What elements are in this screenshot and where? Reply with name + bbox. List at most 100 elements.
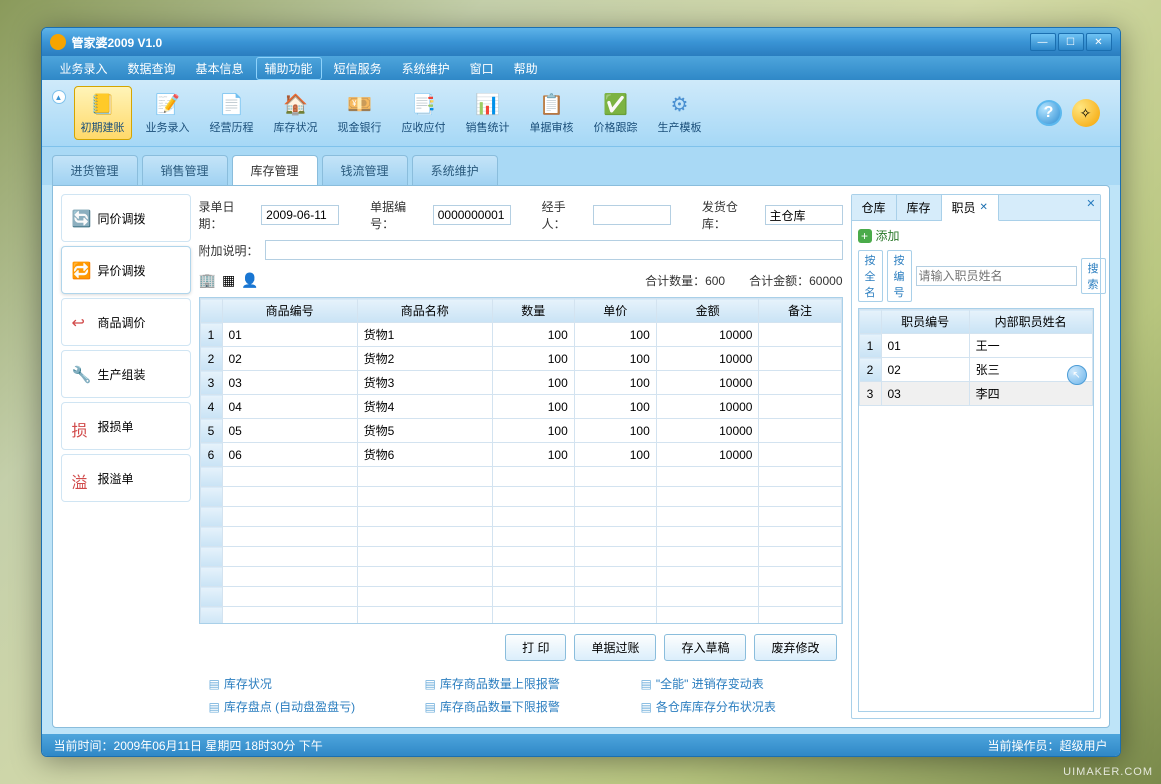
tool-9[interactable]: ⚙生产模板	[652, 87, 708, 139]
right-tab-2[interactable]: 职员 ✕	[942, 195, 999, 221]
action-bar: 打 印单据过账存入草稿废弃修改	[199, 624, 843, 671]
right-tab-0[interactable]: 仓库	[852, 195, 897, 220]
sidebar-item-0[interactable]: 🔄同价调拨	[61, 194, 191, 242]
link-5[interactable]: 各仓库库存分布状况表	[641, 698, 833, 715]
table-row[interactable]	[200, 567, 841, 587]
action-1[interactable]: 单据过账	[574, 634, 656, 661]
employee-grid[interactable]: 职员编号内部职员姓名101王一202张三303李四 ↖	[858, 308, 1094, 712]
menu-0[interactable]: 业务录入	[52, 58, 116, 79]
tool-1[interactable]: 📝业务录入	[140, 87, 196, 139]
watermark: UIMAKER.COM	[1063, 766, 1153, 778]
menu-3[interactable]: 辅助功能	[256, 57, 322, 80]
action-3[interactable]: 废弃修改	[754, 634, 836, 661]
link-3[interactable]: 库存盘点 (自动盘盈盘亏)	[209, 698, 401, 715]
table-row[interactable]: 606货物610010010000	[200, 443, 841, 467]
grid-icon-3[interactable]: 👤	[241, 272, 258, 289]
collapse-toolbar-button[interactable]: ▲	[52, 90, 66, 104]
tool-6[interactable]: 📊销售统计	[460, 87, 516, 139]
number-input[interactable]	[433, 205, 511, 225]
table-row[interactable]	[200, 507, 841, 527]
sidebar-item-3[interactable]: 🔧生产组装	[61, 350, 191, 398]
amt-value: 60000	[809, 274, 842, 288]
handler-input[interactable]	[593, 205, 671, 225]
tool-7[interactable]: 📋单据审核	[524, 87, 580, 139]
tool-2[interactable]: 📄经营历程	[204, 87, 260, 139]
menubar: 业务录入数据查询基本信息辅助功能短信服务系统维护窗口帮助	[42, 56, 1120, 80]
help-icon[interactable]: ?	[1036, 100, 1062, 126]
table-row[interactable]: 505货物510010010000	[200, 419, 841, 443]
quick-links: 库存状况 库存商品数量上限报警 "全能" 进销存变动表库存盘点 (自动盘盈盘亏) 库存…	[199, 671, 843, 719]
action-2[interactable]: 存入草稿	[664, 634, 746, 661]
main-grid[interactable]: 商品编号商品名称数量单价金额备注101货物110010010000202货物21…	[199, 297, 843, 624]
main-tabs: 进货管理销售管理库存管理钱流管理系统维护	[42, 147, 1120, 185]
remark-input[interactable]	[265, 240, 843, 260]
grid-icon-1[interactable]: 🏢	[199, 272, 216, 289]
table-row[interactable]: 303货物310010010000	[200, 371, 841, 395]
warehouse-input[interactable]	[765, 205, 843, 225]
remark-label: 附加说明：	[199, 242, 259, 259]
right-tab-1[interactable]: 库存	[897, 195, 942, 220]
sidebar-item-5[interactable]: 溢报溢单	[61, 454, 191, 502]
table-row[interactable]	[200, 487, 841, 507]
app-window: 管家婆2009 V1.0 — ☐ ✕ 业务录入数据查询基本信息辅助功能短信服务系…	[41, 27, 1121, 757]
app-icon	[50, 34, 66, 50]
link-4[interactable]: 库存商品数量下限报警	[425, 698, 617, 715]
content-area: 🔄同价调拨🔁异价调拨↩商品调价🔧生产组装损报损单溢报溢单 录单日期： 单据编号：…	[52, 185, 1110, 728]
main-tab-3[interactable]: 钱流管理	[322, 155, 408, 185]
toolbar: 📒初期建账📝业务录入📄经营历程🏠库存状况💴现金银行📑应收应付📊销售统计📋单据审核…	[74, 86, 1026, 140]
app-title: 管家婆2009 V1.0	[72, 34, 1030, 51]
employee-search-input[interactable]	[916, 266, 1077, 286]
emp-row[interactable]: 202张三	[859, 358, 1092, 382]
search-button[interactable]: 搜索	[1081, 258, 1106, 294]
menu-2[interactable]: 基本信息	[188, 58, 252, 79]
menu-7[interactable]: 帮助	[506, 58, 546, 79]
table-row[interactable]	[200, 587, 841, 607]
table-row[interactable]: 202货物210010010000	[200, 347, 841, 371]
link-1[interactable]: 库存商品数量上限报警	[425, 675, 617, 692]
maximize-button[interactable]: ☐	[1058, 33, 1084, 51]
table-row[interactable]	[200, 547, 841, 567]
link-0[interactable]: 库存状况	[209, 675, 401, 692]
emp-row[interactable]: 303李四	[859, 382, 1092, 406]
main-tab-2[interactable]: 库存管理	[232, 155, 318, 185]
menu-4[interactable]: 短信服务	[326, 58, 390, 79]
sidebar-item-1[interactable]: 🔁异价调拨	[61, 246, 191, 294]
tool-0[interactable]: 📒初期建账	[74, 86, 132, 140]
grid-icon-2[interactable]: ▦	[222, 272, 235, 289]
center-panel: 录单日期： 单据编号： 经手人： 发货仓库： 附加说明： 🏢 ▦	[199, 194, 843, 719]
handler-label: 经手人：	[542, 198, 587, 232]
panel-close-icon[interactable]: ✕	[1086, 197, 1095, 210]
menu-5[interactable]: 系统维护	[394, 58, 458, 79]
qty-label: 合计数量：	[645, 274, 705, 288]
date-label: 录单日期：	[199, 198, 256, 232]
tool-5[interactable]: 📑应收应付	[396, 87, 452, 139]
date-input[interactable]	[261, 205, 339, 225]
table-row[interactable]	[200, 607, 841, 625]
close-button[interactable]: ✕	[1086, 33, 1112, 51]
tool-4[interactable]: 💴现金银行	[332, 87, 388, 139]
menu-6[interactable]: 窗口	[462, 58, 502, 79]
logo-icon: ✧	[1072, 99, 1100, 127]
table-row[interactable]	[200, 527, 841, 547]
action-0[interactable]: 打 印	[505, 634, 566, 661]
main-tab-1[interactable]: 销售管理	[142, 155, 228, 185]
tool-3[interactable]: 🏠库存状况	[268, 87, 324, 139]
main-tab-4[interactable]: 系统维护	[412, 155, 498, 185]
menu-1[interactable]: 数据查询	[120, 58, 184, 79]
emp-row[interactable]: 101王一	[859, 334, 1092, 358]
filter-fullname[interactable]: 按全名	[858, 250, 883, 302]
main-tab-0[interactable]: 进货管理	[52, 155, 138, 185]
statusbar: 当前时间：2009年06月11日 星期四 18时30分 下午 当前操作员：超级用…	[42, 734, 1120, 756]
sidebar-item-2[interactable]: ↩商品调价	[61, 298, 191, 346]
minimize-button[interactable]: —	[1030, 33, 1056, 51]
sidebar-item-4[interactable]: 损报损单	[61, 402, 191, 450]
filter-code[interactable]: 按编号	[887, 250, 912, 302]
add-button[interactable]: 添加	[858, 227, 1094, 244]
titlebar[interactable]: 管家婆2009 V1.0 — ☐ ✕	[42, 28, 1120, 56]
tool-8[interactable]: ✅价格跟踪	[588, 87, 644, 139]
table-row[interactable]	[200, 467, 841, 487]
table-row[interactable]: 101货物110010010000	[200, 323, 841, 347]
status-time: 2009年06月11日 星期四 18时30分 下午	[114, 739, 323, 753]
table-row[interactable]: 404货物410010010000	[200, 395, 841, 419]
link-2[interactable]: "全能" 进销存变动表	[641, 675, 833, 692]
